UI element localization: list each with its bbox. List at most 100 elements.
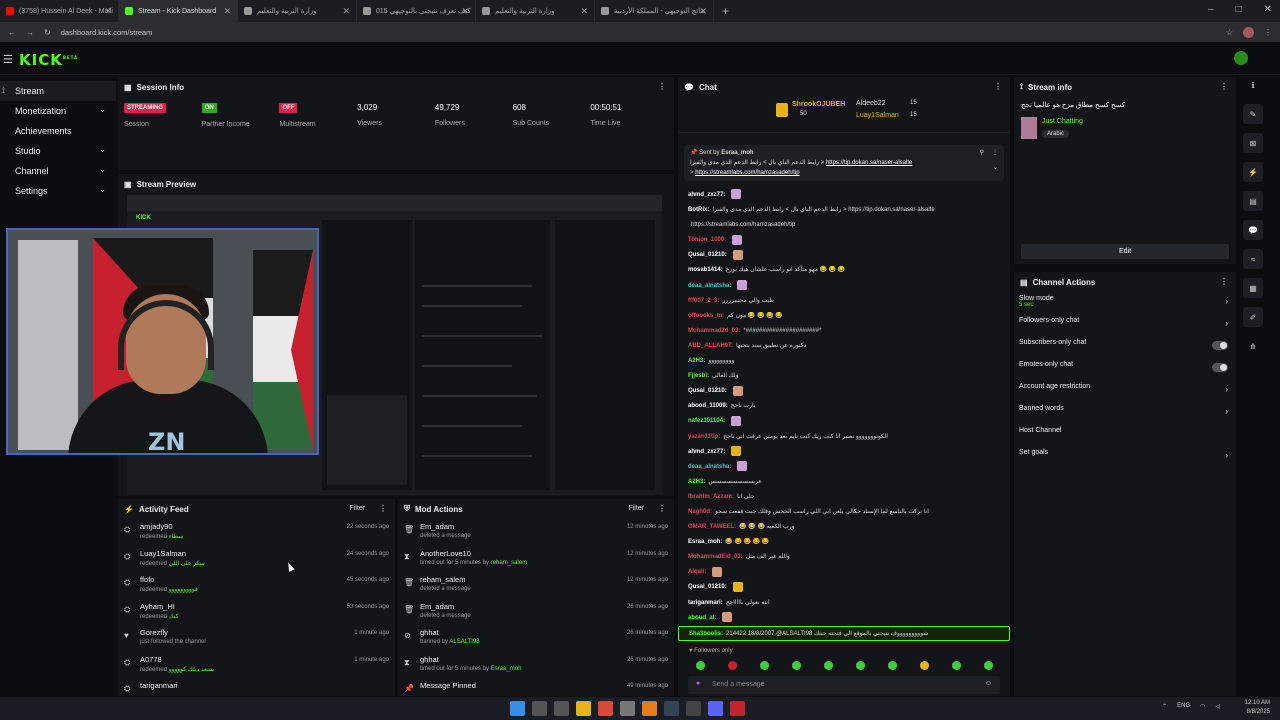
more-options-icon[interactable]: ⋮ (994, 82, 1002, 91)
banned-words-item[interactable]: Banned words › (1014, 402, 1236, 424)
chat-username[interactable]: Qusai_01210: (688, 584, 727, 590)
close-tab-icon[interactable]: ✕ (580, 6, 588, 17)
emote-icon[interactable] (919, 660, 929, 670)
chat-username[interactable]: A2H3: (688, 479, 705, 485)
chevron-down-icon[interactable]: ⌄ (993, 163, 998, 173)
tip-link[interactable]: https://tip.dokan.sa/naser-alsalte (826, 160, 912, 166)
chrome-icon[interactable] (598, 701, 613, 716)
emote-icon[interactable] (887, 660, 897, 670)
browser-tab[interactable]: وزارة التربية والتعليم ✕ (476, 0, 595, 22)
app-icon[interactable] (620, 701, 635, 716)
close-tab-icon[interactable]: ✕ (223, 6, 231, 17)
chat-username[interactable]: abood_11009: (688, 403, 728, 409)
language-indicator[interactable]: ENG (1177, 703, 1190, 710)
chat-bubble-icon[interactable]: 💬 (1243, 220, 1263, 240)
category-label[interactable]: Just Chatting (1042, 118, 1083, 125)
chat-username[interactable]: fff007_2_3: (688, 298, 719, 304)
file-explorer-icon[interactable] (576, 701, 591, 716)
chat-username[interactable]: OMAR_TAWEEL: (688, 524, 736, 530)
more-options-icon[interactable]: ⋮ (1220, 82, 1228, 91)
windows-start-icon[interactable] (510, 701, 525, 716)
chat-username[interactable]: Tonion_1000: (688, 237, 726, 243)
more-options-icon[interactable]: ⋮ (658, 504, 666, 513)
chat-username[interactable]: Ibrahim_Azzam: (688, 494, 734, 500)
chat-username[interactable]: nafez101104: (688, 418, 725, 424)
kick-logo[interactable]: KICKBETA (19, 51, 78, 69)
filter-button[interactable]: Filter (349, 505, 365, 512)
chat-username[interactable]: deaa_alnatsha: (688, 283, 731, 289)
document-icon[interactable]: ▤ (1243, 191, 1263, 211)
chat-username[interactable]: Qusai_01210: (688, 388, 727, 394)
volume-icon[interactable]: ◁ (1215, 703, 1220, 710)
app-red-icon[interactable] (730, 701, 745, 716)
vlc-icon[interactable] (642, 701, 657, 716)
wrench-icon[interactable]: ✐ (1243, 307, 1263, 327)
more-options-icon[interactable]: ⋮ (992, 148, 998, 158)
share-icon[interactable]: ⋔ (1243, 336, 1263, 356)
url-field[interactable]: dashboard.kick.com/stream (61, 28, 1216, 37)
clock[interactable]: 12:10 AM 8/8/2025 (1245, 699, 1270, 717)
browser-tab-active[interactable]: Stream - Kick Dashboard ✕ (119, 0, 238, 22)
hamburger-menu-icon[interactable]: ☰ (3, 53, 13, 66)
emote-icon[interactable] (855, 660, 865, 670)
emoji-picker-icon[interactable]: ☺ (985, 680, 992, 687)
close-window-button[interactable]: ✕ (1264, 4, 1272, 15)
emote-icon[interactable] (823, 660, 833, 670)
set-goals-item[interactable]: Set goals › (1014, 446, 1236, 468)
chat-input[interactable]: ● Send a message ☺ (688, 676, 1000, 694)
emotes-only-toggle[interactable] (1212, 363, 1228, 372)
subscribers-only-toggle[interactable] (1212, 341, 1228, 350)
chat-username[interactable]: aboud_al: (688, 615, 716, 621)
account-age-restriction-item[interactable]: Account age restriction › (1014, 380, 1236, 402)
profile-avatar[interactable] (1243, 26, 1254, 38)
filter-button[interactable]: Filter (628, 505, 644, 512)
slow-mode-item[interactable]: Slow mode 5 sec › (1014, 292, 1236, 314)
chat-username[interactable]: ahmd_zxz77: (688, 192, 725, 198)
browser-tab[interactable]: كيف تعرف نتيجتي بالتوجيهي 015 ✕ (357, 0, 476, 22)
browser-tab[interactable]: (3758) Hussein Al Deek - Ma'li ✕ (0, 0, 119, 22)
chat-username[interactable]: Sha3boolis: (689, 631, 723, 637)
chat-username[interactable]: tariganmari: (688, 600, 723, 606)
unpin-icon[interactable]: ⚲ (980, 148, 984, 158)
chat-username[interactable]: BotRix: (688, 207, 709, 213)
search-icon[interactable] (532, 701, 547, 716)
sidebar-item-settings[interactable]: Settings ⌄ (0, 181, 116, 201)
host-channel-item[interactable]: Host Channel (1014, 424, 1236, 446)
chat-username[interactable]: deaa_alnatsha: (688, 464, 731, 470)
emote-icon[interactable] (983, 660, 993, 670)
chat-username[interactable]: ABD_ALLAH9T: (688, 343, 733, 349)
close-tab-icon[interactable]: ✕ (342, 6, 350, 17)
sidebar-item-studio[interactable]: Studio ⌄ (0, 141, 116, 161)
chat-username[interactable]: Esraa_moh: (688, 539, 722, 545)
reload-icon[interactable]: ↻ (44, 28, 51, 37)
discord-icon[interactable] (708, 701, 723, 716)
broadcast-icon[interactable]: ≈ (1243, 249, 1263, 269)
chat-username[interactable]: Mohammad2d_03: (688, 328, 740, 334)
edit-stream-info-button[interactable]: Edit (1021, 244, 1229, 259)
chat-username[interactable]: ahmd_zxz77: (688, 449, 725, 455)
sidebar-item-monetization[interactable]: Monetization ⌄ (0, 101, 116, 121)
close-tab-icon[interactable]: ✕ (461, 6, 469, 17)
browser-tab[interactable]: وزارة التربية والتعليم ✕ (238, 0, 357, 22)
browser-tab[interactable]: نتائج التوجيهي - المملكة الأردنية ✕ (595, 0, 714, 22)
emote-icon[interactable] (791, 660, 801, 670)
followers-only-chat-item[interactable]: Followers-only chat › (1014, 314, 1236, 336)
obs-icon[interactable] (686, 701, 701, 716)
emote-icon[interactable] (695, 660, 705, 670)
more-options-icon[interactable]: ⋮ (658, 82, 666, 91)
forward-icon[interactable]: → (26, 28, 34, 37)
user-avatar[interactable] (1234, 51, 1248, 65)
chat-username[interactable]: yazan11tip: (688, 434, 720, 440)
more-options-icon[interactable]: ⋮ (1220, 277, 1228, 286)
new-tab-button[interactable]: + (714, 4, 737, 18)
edit-icon[interactable]: ✎ (1243, 104, 1263, 124)
layout-icon[interactable]: ▦ (1243, 278, 1263, 298)
steam-icon[interactable] (664, 701, 679, 716)
sidebar-item-achievements[interactable]: Achievements (0, 121, 116, 141)
lightning-icon[interactable]: ⚡ (1243, 162, 1263, 182)
chat-username[interactable]: offoooks_m: (688, 313, 724, 319)
browser-menu-icon[interactable]: ⋮ (1264, 28, 1272, 37)
sidebar-item-channel[interactable]: Channel ⌄ (0, 161, 116, 181)
emote-icon[interactable] (951, 660, 961, 670)
chat-username[interactable]: Qusai_01210: (688, 252, 727, 258)
